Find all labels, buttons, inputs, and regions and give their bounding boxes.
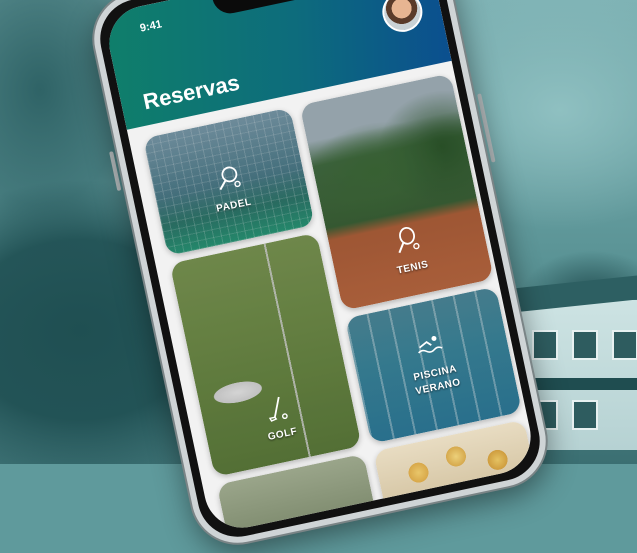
facilities-grid: PADEL TENIS GOLF PISCINA VERANO [143, 73, 537, 535]
user-avatar[interactable] [378, 0, 427, 36]
padel-racket-icon [219, 166, 241, 191]
swimmer-icon [418, 335, 443, 354]
building-window [612, 330, 637, 360]
golf-club-icon [268, 396, 288, 422]
facility-card-padel[interactable]: PADEL [143, 107, 315, 256]
facility-card-piscina-verano[interactable]: PISCINA VERANO [344, 286, 523, 444]
facility-card-tenis[interactable]: TENIS [299, 73, 494, 311]
building-window [532, 330, 558, 360]
phone-notch [210, 0, 324, 17]
facility-card-golf[interactable]: GOLF [169, 232, 362, 478]
tennis-racket-icon [398, 226, 420, 254]
building-balcony [518, 378, 637, 390]
page-title: Reservas [140, 69, 242, 115]
status-time: 9:41 [138, 18, 163, 35]
building-window [572, 400, 598, 430]
building-window [572, 330, 598, 360]
